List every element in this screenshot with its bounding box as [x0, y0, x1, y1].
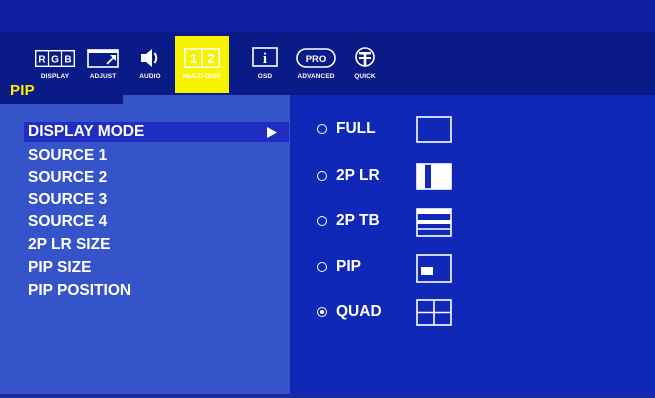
pip-layout-icon	[416, 254, 452, 283]
pro-icon: PRO	[291, 46, 341, 70]
adjust-icon	[78, 46, 128, 70]
tab-osd[interactable]: i OSD	[240, 36, 290, 89]
menu-item-2p-lr-size[interactable]: 2P LR SIZE	[28, 235, 278, 255]
option-quad[interactable]: QUAD	[317, 298, 637, 328]
radio-button[interactable]	[317, 171, 327, 181]
rgb-letter-b: B	[64, 54, 71, 65]
menu-item-source-3[interactable]: SOURCE 3	[28, 190, 278, 210]
option-2p-tb[interactable]: 2P TB	[317, 207, 637, 237]
option-label: PIP	[336, 258, 361, 275]
option-2p-lr[interactable]: 2P LR	[317, 162, 637, 192]
option-pip[interactable]: PIP	[317, 253, 637, 283]
osd-glyph: i	[263, 51, 267, 67]
multi-digit-1: 1	[190, 51, 197, 66]
pro-badge-text: PRO	[306, 54, 327, 65]
quick-icon	[340, 46, 390, 70]
menu-item-source-1[interactable]: SOURCE 1	[28, 146, 278, 166]
quad-layout-icon	[416, 299, 452, 326]
bottom-strip	[0, 394, 655, 398]
two-panel-lr-icon	[416, 163, 452, 190]
radio-button[interactable]	[317, 124, 327, 134]
option-label: 2P TB	[336, 212, 380, 229]
info-icon: i	[240, 46, 290, 70]
speaker-icon	[125, 46, 175, 70]
option-label: 2P LR	[336, 167, 380, 184]
tab-adjust[interactable]: ADJUST	[78, 36, 128, 89]
menu-item-source-4[interactable]: SOURCE 4	[28, 212, 278, 232]
multi-display-icon: 1 2	[175, 46, 229, 70]
option-label: FULL	[336, 120, 376, 137]
menu-item-label: DISPLAY MODE	[28, 123, 145, 140]
tab-multi-disp[interactable]: 1 2 MULTI-DISP	[175, 36, 229, 93]
tab-quick-label: QUICK	[354, 73, 376, 80]
option-full[interactable]: FULL	[317, 115, 637, 145]
tab-audio[interactable]: AUDIO	[125, 36, 175, 89]
rgb-display-icon: R G B	[30, 46, 80, 70]
tab-advanced[interactable]: PRO ADVANCED	[291, 36, 341, 89]
osd-window: R G B DISPLAY ADJUST AUDIO 1 2 MULTI-DIS…	[0, 0, 655, 398]
radio-button[interactable]	[317, 216, 327, 226]
menu-item-pip-position[interactable]: PIP POSITION	[28, 281, 278, 301]
tab-multi-disp-label: MULTI-DISP	[183, 73, 221, 80]
radio-button-checked[interactable]	[317, 307, 327, 317]
rgb-letter-g: G	[51, 54, 59, 65]
menu-item-pip-size[interactable]: PIP SIZE	[28, 258, 278, 278]
option-label: QUAD	[336, 303, 382, 320]
tab-quick[interactable]: QUICK	[340, 36, 390, 89]
tab-display[interactable]: R G B DISPLAY	[30, 36, 80, 89]
left-panel-top	[0, 95, 290, 104]
two-panel-tb-icon	[416, 208, 452, 237]
menu-item-display-mode[interactable]: DISPLAY MODE	[24, 122, 289, 142]
menu-item-source-2[interactable]: SOURCE 2	[28, 168, 278, 188]
radio-button[interactable]	[317, 262, 327, 272]
full-layout-icon	[416, 116, 452, 143]
arrow-right-icon	[267, 127, 277, 138]
multi-digit-2: 2	[207, 51, 214, 66]
rgb-letter-r: R	[38, 54, 46, 65]
osd-top-bar	[0, 0, 655, 32]
